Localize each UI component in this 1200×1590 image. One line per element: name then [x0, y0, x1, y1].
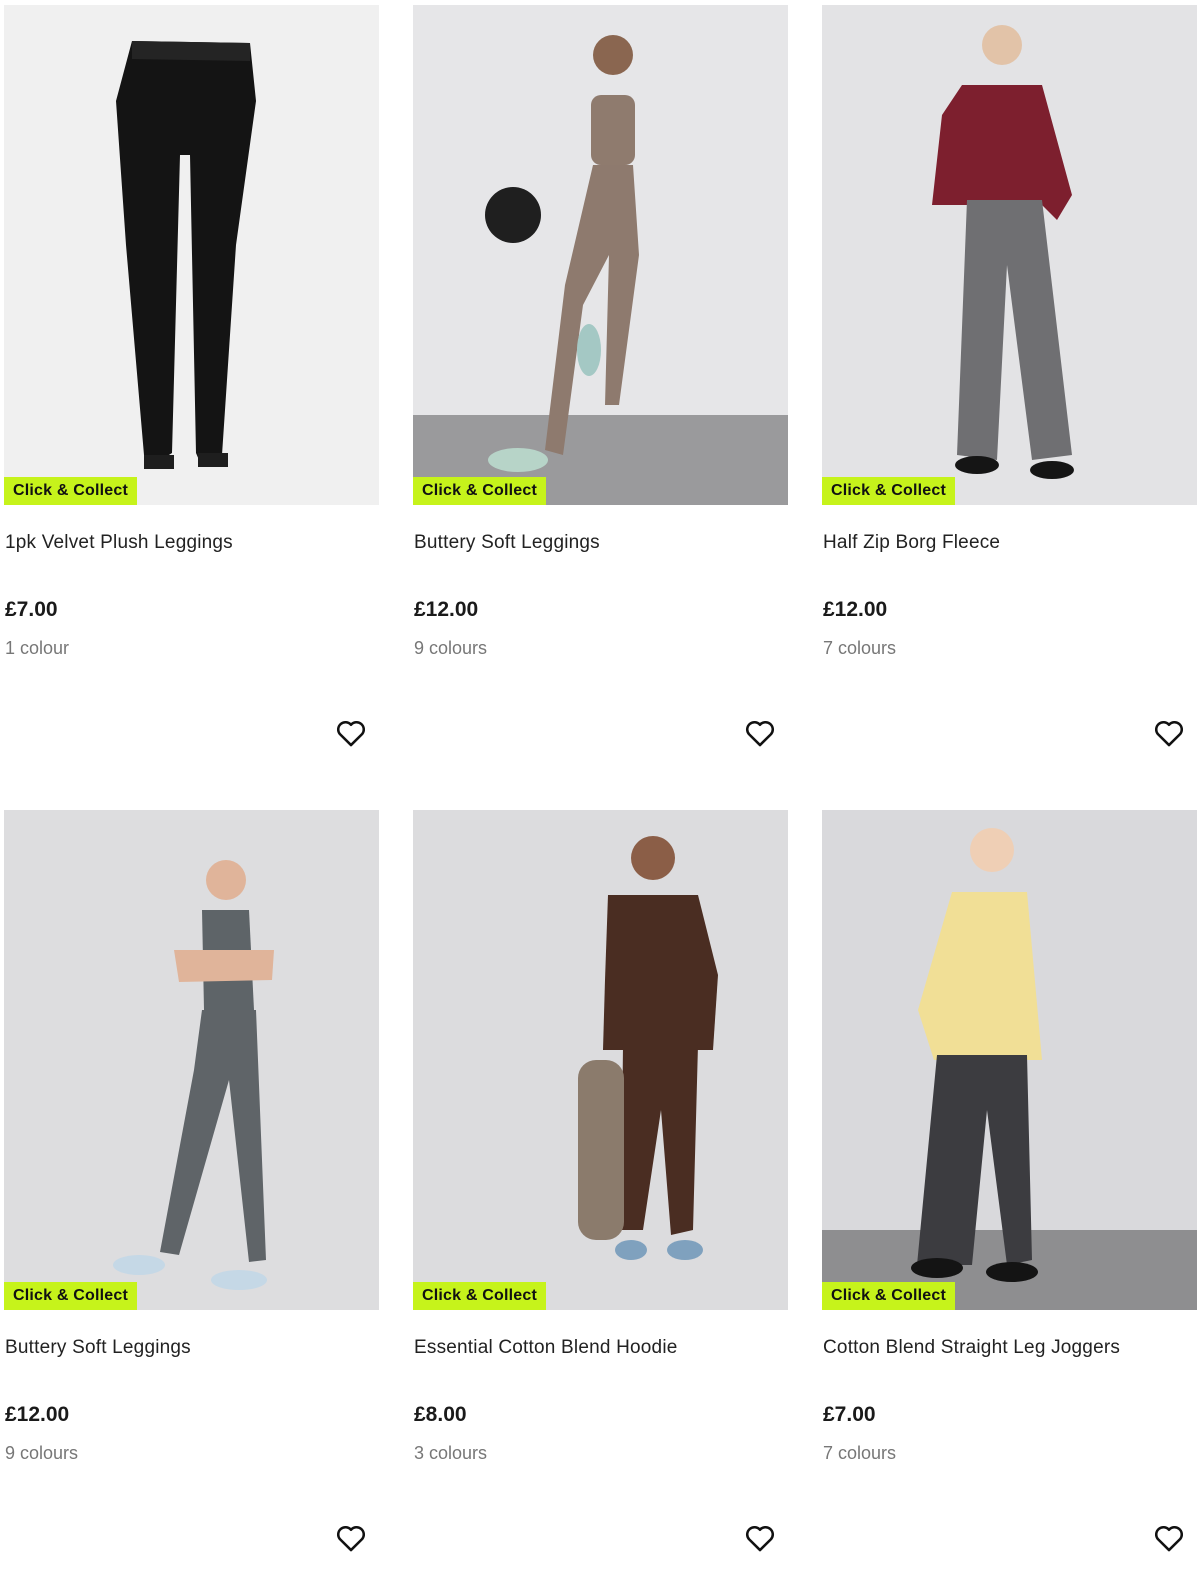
product-card: Click & Collect 1pk Velvet Plush Legging…	[4, 5, 379, 785]
click-collect-badge: Click & Collect	[413, 477, 547, 505]
product-image[interactable]: Click & Collect	[4, 5, 379, 505]
product-image[interactable]: Click & Collect	[4, 810, 379, 1310]
click-collect-badge: Click & Collect	[4, 1282, 138, 1310]
product-price: £8.00	[414, 1403, 467, 1426]
heart-outline-icon	[337, 1525, 365, 1552]
wishlist-button[interactable]	[331, 713, 371, 753]
product-card: Click & Collect Cotton Blend Straight Le…	[822, 810, 1197, 1590]
click-collect-badge: Click & Collect	[413, 1282, 547, 1310]
wishlist-button[interactable]	[331, 1518, 371, 1558]
product-name[interactable]: 1pk Velvet Plush Leggings	[5, 532, 233, 554]
colour-count: 7 colours	[823, 638, 897, 658]
colour-count: 9 colours	[414, 638, 488, 658]
product-price: £7.00	[823, 1403, 876, 1426]
product-price: £12.00	[414, 598, 479, 621]
click-collect-badge: Click & Collect	[822, 477, 956, 505]
model-leggings-ball-image	[413, 5, 788, 505]
product-card: Click & Collect Buttery Soft Leggings £1…	[413, 5, 788, 785]
model-leggings-grey-image	[4, 810, 379, 1310]
heart-outline-icon	[746, 720, 774, 747]
product-card: Click & Collect Essential Cotton Blend H…	[413, 810, 788, 1590]
wishlist-button[interactable]	[740, 1518, 780, 1558]
wishlist-button[interactable]	[1149, 713, 1189, 753]
product-image[interactable]: Click & Collect	[822, 810, 1197, 1310]
product-price: £12.00	[5, 1403, 70, 1426]
product-image[interactable]: Click & Collect	[822, 5, 1197, 505]
product-price: £7.00	[5, 598, 58, 621]
product-name[interactable]: Cotton Blend Straight Leg Joggers	[823, 1337, 1120, 1359]
wishlist-button[interactable]	[1149, 1518, 1189, 1558]
product-name[interactable]: Buttery Soft Leggings	[414, 532, 600, 554]
product-image[interactable]: Click & Collect	[413, 810, 788, 1310]
click-collect-badge: Click & Collect	[4, 477, 138, 505]
colour-count: 9 colours	[5, 1443, 79, 1463]
product-image[interactable]: Click & Collect	[413, 5, 788, 505]
click-collect-badge: Click & Collect	[822, 1282, 956, 1310]
heart-outline-icon	[1155, 720, 1183, 747]
model-fleece-image	[822, 5, 1197, 505]
model-joggers-image	[822, 810, 1197, 1310]
product-name[interactable]: Essential Cotton Blend Hoodie	[414, 1337, 678, 1359]
heart-outline-icon	[746, 1525, 774, 1552]
product-card: Click & Collect Half Zip Borg Fleece £12…	[822, 5, 1197, 785]
colour-count: 7 colours	[823, 1443, 897, 1463]
colour-count: 3 colours	[414, 1443, 488, 1463]
product-grid: Click & Collect 1pk Velvet Plush Legging…	[0, 0, 1200, 1553]
heart-outline-icon	[337, 720, 365, 747]
product-card: Click & Collect Buttery Soft Leggings £1…	[4, 810, 379, 1590]
leggings-flat-image	[4, 5, 379, 505]
colour-count: 1 colour	[5, 638, 70, 658]
product-name[interactable]: Half Zip Borg Fleece	[823, 532, 1000, 554]
product-price: £12.00	[823, 598, 888, 621]
model-hoodie-image	[413, 810, 788, 1310]
heart-outline-icon	[1155, 1525, 1183, 1552]
product-name[interactable]: Buttery Soft Leggings	[5, 1337, 191, 1359]
wishlist-button[interactable]	[740, 713, 780, 753]
